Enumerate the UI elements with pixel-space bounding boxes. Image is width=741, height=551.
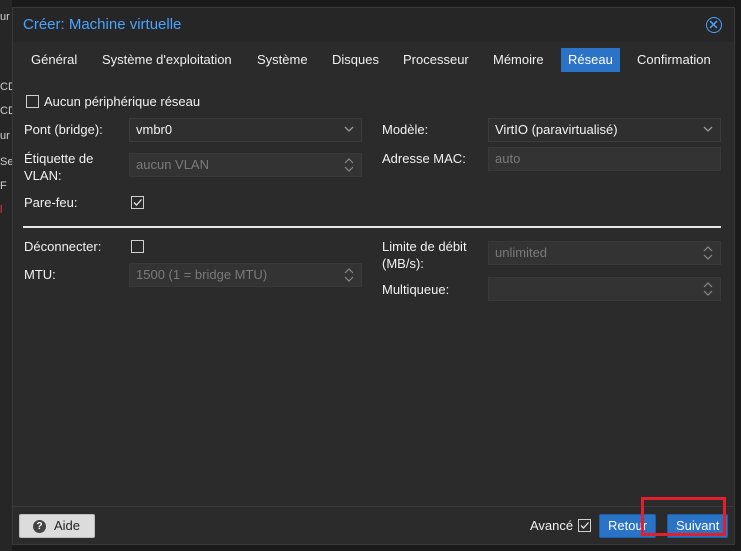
tab-os[interactable]: Système d'exploitation bbox=[95, 48, 239, 72]
tab-cpu[interactable]: Processeur bbox=[396, 48, 476, 72]
rate-limit-label-line1: Limite de débit bbox=[382, 239, 467, 254]
bg-fragment: ur bbox=[0, 130, 10, 142]
tab-memory[interactable]: Mémoire bbox=[486, 48, 551, 72]
create-vm-dialog: Créer: Machine virtuelle Général Système… bbox=[12, 7, 735, 545]
background-app: ur CD CD ur Se F l bbox=[0, 0, 12, 551]
chevron-down-icon bbox=[344, 126, 354, 132]
bg-fragment: CD bbox=[0, 105, 12, 117]
bg-fragment: l bbox=[0, 204, 3, 216]
model-value: VirtIO (paravirtualisé) bbox=[495, 122, 618, 137]
spinner-icon bbox=[703, 282, 713, 296]
firewall-checkbox[interactable] bbox=[131, 196, 144, 209]
help-label: Aide bbox=[54, 518, 81, 533]
bridge-select[interactable]: vmbr0 bbox=[129, 118, 362, 142]
no-network-label: Aucun périphérique réseau bbox=[44, 94, 201, 109]
firewall-label: Pare-feu: bbox=[24, 195, 78, 210]
tab-disks[interactable]: Disques bbox=[325, 48, 386, 72]
mtu-placeholder: 1500 (1 = bridge MTU) bbox=[136, 267, 268, 282]
tab-confirmation[interactable]: Confirmation bbox=[630, 48, 718, 72]
wizard-tabs: Général Système d'exploitation Système D… bbox=[21, 48, 731, 72]
multiqueue-label: Multiqueue: bbox=[382, 282, 450, 297]
rate-limit-label-line2: (MB/s): bbox=[382, 256, 424, 271]
spinner-icon bbox=[344, 268, 354, 282]
model-select[interactable]: VirtIO (paravirtualisé) bbox=[488, 118, 721, 142]
vlan-label-line1: Étiquette de bbox=[24, 151, 94, 166]
bg-fragment: F bbox=[0, 180, 7, 192]
mac-field[interactable]: auto bbox=[488, 147, 721, 171]
bridge-value: vmbr0 bbox=[136, 122, 173, 137]
tab-general[interactable]: Général bbox=[24, 48, 84, 72]
advanced-label: Avancé bbox=[530, 518, 574, 533]
help-button[interactable]: ? Aide bbox=[19, 514, 95, 538]
spinner-icon bbox=[344, 158, 354, 172]
rate-limit-field[interactable]: unlimited bbox=[488, 241, 721, 265]
question-icon: ? bbox=[33, 520, 46, 533]
disconnect-label: Déconnecter: bbox=[24, 239, 102, 254]
bg-fragment: Se bbox=[0, 156, 12, 168]
tab-network[interactable]: Réseau bbox=[561, 48, 620, 72]
mac-placeholder: auto bbox=[495, 151, 521, 166]
dialog-title: Créer: Machine virtuelle bbox=[23, 16, 182, 33]
tab-system[interactable]: Système bbox=[250, 48, 315, 72]
highlight-box bbox=[641, 497, 726, 536]
spinner-icon bbox=[703, 246, 713, 260]
disconnect-checkbox[interactable] bbox=[131, 240, 144, 253]
rate-limit-placeholder: unlimited bbox=[495, 245, 548, 260]
no-network-checkbox[interactable] bbox=[26, 95, 39, 108]
check-icon bbox=[580, 522, 589, 529]
mtu-label: MTU: bbox=[24, 267, 56, 282]
chevron-down-icon bbox=[703, 126, 713, 132]
bg-fragment: ur bbox=[0, 11, 10, 23]
model-label: Modèle: bbox=[382, 122, 429, 137]
vlan-placeholder: aucun VLAN bbox=[136, 157, 209, 172]
section-divider bbox=[23, 226, 721, 228]
vlan-label-line2: VLAN: bbox=[24, 168, 62, 183]
multiqueue-field[interactable] bbox=[488, 277, 721, 301]
dialog-footer: ? Aide Avancé Retour Suivant bbox=[13, 506, 734, 544]
advanced-checkbox[interactable] bbox=[578, 519, 591, 532]
bg-fragment: CD bbox=[0, 81, 12, 93]
close-icon[interactable] bbox=[706, 17, 722, 33]
dialog-titlebar[interactable]: Créer: Machine virtuelle bbox=[13, 8, 734, 42]
vlan-field[interactable]: aucun VLAN bbox=[129, 153, 362, 177]
check-icon bbox=[133, 199, 142, 206]
bridge-label: Pont (bridge): bbox=[24, 122, 103, 137]
mac-label: Adresse MAC: bbox=[382, 151, 466, 166]
mtu-field[interactable]: 1500 (1 = bridge MTU) bbox=[129, 263, 362, 287]
